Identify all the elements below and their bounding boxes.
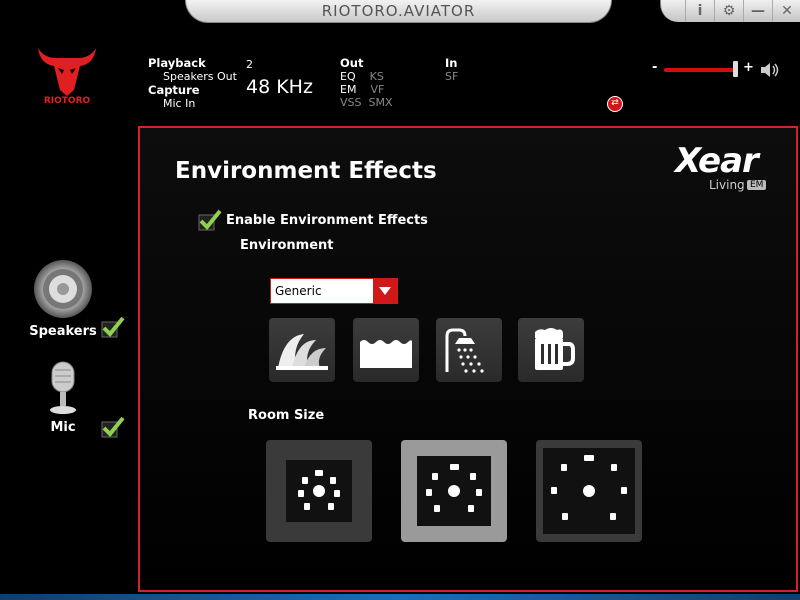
env-preset-shower[interactable] [436, 318, 502, 382]
window-controls: i ⚙ — ✕ [660, 0, 800, 22]
enable-environment-row[interactable]: Enable Environment Effects [198, 208, 428, 232]
xear-badge: EM [747, 180, 767, 190]
speakers-checkmark-icon[interactable] [101, 316, 125, 338]
env-preset-underwater[interactable] [353, 318, 419, 382]
environment-effects-panel: Environment Effects Xear Living EM Enabl… [138, 126, 798, 592]
mic-label: Mic [50, 420, 76, 435]
window-title: RIOTORO.AVIATOR [185, 0, 612, 23]
out-vss: VSS [340, 96, 362, 109]
room-size-large[interactable] [536, 440, 642, 542]
out-vf: VF [370, 83, 385, 96]
close-button[interactable]: ✕ [772, 0, 800, 22]
channel-count: 2 [246, 58, 253, 71]
volume-slider-handle[interactable] [732, 61, 738, 77]
volume-plus[interactable]: + [743, 60, 754, 75]
env-preset-pub[interactable] [518, 318, 584, 382]
playback-info: Playback Speakers Out Capture Mic In [148, 56, 237, 110]
sidebar-item-mic[interactable]: Mic [36, 360, 90, 435]
logo-text: RIOTORO [43, 96, 91, 106]
in-effects: In SF [445, 56, 458, 83]
xear-brand: Xear [675, 141, 759, 181]
environment-select[interactable]: Generic [270, 278, 398, 304]
environment-select-value: Generic [275, 284, 322, 298]
minimize-button[interactable]: — [743, 0, 772, 22]
info-button[interactable]: i [685, 0, 714, 22]
room-size-label: Room Size [248, 408, 325, 423]
out-ks: KS [369, 70, 384, 83]
bull-logo-icon [38, 48, 96, 96]
taskbar-strip [0, 594, 800, 600]
speaker-volume-icon[interactable] [760, 62, 780, 78]
room-size-medium[interactable] [401, 440, 507, 542]
sidebar-item-speakers[interactable]: Speakers [28, 258, 98, 339]
enable-checkbox-checkmark-icon[interactable] [198, 208, 222, 232]
sample-rate: 48 KHz [246, 76, 313, 98]
in-label: In [445, 56, 458, 70]
panel-title: Environment Effects [175, 158, 437, 184]
capture-label: Capture [148, 83, 200, 97]
environment-label: Environment [240, 238, 334, 253]
riotoro-logo: RIOTORO [34, 46, 100, 108]
microphone-icon [50, 361, 76, 414]
settings-gear-icon[interactable]: ⚙ [714, 0, 743, 22]
chevron-down-icon[interactable] [373, 279, 397, 303]
water-waves-icon [360, 340, 412, 368]
capture-device: Mic In [163, 97, 196, 110]
enable-environment-label: Enable Environment Effects [226, 212, 428, 228]
out-smx: SMX [368, 96, 393, 109]
beer-mug-icon [535, 328, 575, 370]
volume-control[interactable]: - + [652, 60, 782, 80]
room-large-icon [551, 455, 627, 520]
opera-house-icon [276, 334, 328, 370]
room-small-icon [298, 470, 340, 510]
volume-slider-track[interactable] [664, 68, 736, 72]
xear-logo: Xear Living EM [675, 144, 775, 192]
room-medium-icon [426, 464, 482, 512]
out-label: Out [340, 56, 364, 70]
speaker-icon [34, 260, 92, 318]
speakers-label: Speakers [29, 324, 97, 339]
room-size-small[interactable] [266, 440, 372, 542]
volume-minus[interactable]: - [652, 60, 657, 75]
playback-label: Playback [148, 56, 206, 70]
out-em: EM [340, 83, 357, 96]
shower-icon [445, 328, 484, 373]
playback-device: Speakers Out [163, 70, 237, 83]
mic-checkmark-icon[interactable] [101, 416, 125, 438]
env-preset-opera-house[interactable] [269, 318, 335, 382]
device-link-badge-icon[interactable]: ⇄ [607, 96, 623, 112]
out-effects: Out EQ KS EM VF VSS SMX [340, 56, 393, 109]
in-sf: SF [445, 70, 459, 83]
out-eq: EQ [340, 70, 356, 83]
xear-sub: Living [709, 178, 745, 192]
